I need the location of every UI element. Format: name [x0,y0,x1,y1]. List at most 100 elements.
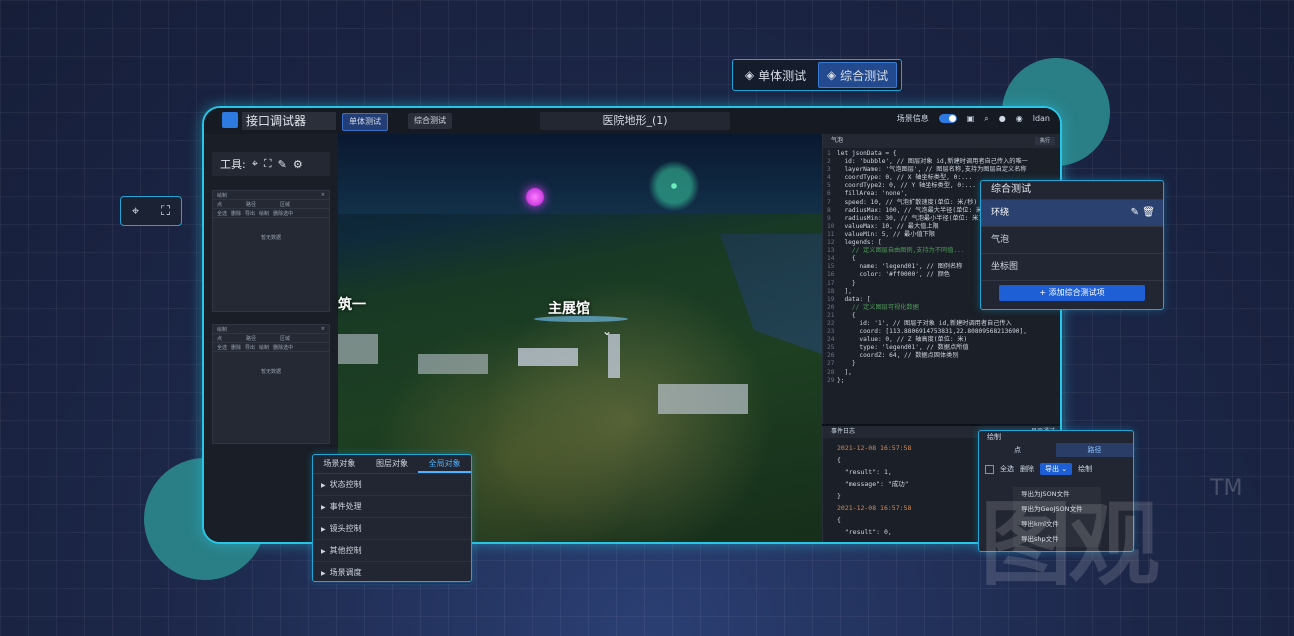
control-row[interactable]: ▶ 事件处理 [313,496,471,518]
add-test-item-button[interactable]: + 添加综合测试项 [999,285,1145,301]
subpanel-title: 绘制 [217,192,228,199]
delete-button[interactable]: 删除 [231,210,241,217]
building [418,354,488,374]
line-number: 12 [827,239,835,247]
line-number: 6 [827,190,831,198]
tab-area[interactable]: 区域 [280,335,290,342]
code-text: // 定义图层自由图例,支持为不同值... [837,247,965,255]
code-text: value: 0, // Z 轴高度(单位: 米) [837,336,968,344]
export-button[interactable]: 导出 [245,210,255,217]
code-line: 21 { [827,311,1060,320]
select-all[interactable]: 全选 [217,344,227,351]
select-all[interactable]: 全选 [217,210,227,217]
code-text: }; [837,376,845,384]
save-icon[interactable]: ▣ [967,114,975,123]
top-tab-single[interactable]: ◈ 单体测试 [737,63,814,87]
scene-info-label: 场景信息 [896,114,929,123]
building [658,384,748,414]
control-row[interactable]: ▶ 镜头控制 [313,518,471,540]
line-number: 11 [827,230,835,238]
test-item[interactable]: 坐标图 [981,254,1163,281]
line-number: 3 [827,166,831,174]
single-test-button[interactable]: 单体测试 [342,113,388,131]
code-line: 28 ], [827,368,1060,377]
line-number: 29 [827,376,835,384]
control-row[interactable]: ▶ 状态控制 [313,474,471,496]
code-line: 22 id: '1', // 图层子对象 id,新建时调用者自己传入 [827,320,1060,328]
user-icon[interactable]: ◉ [1016,114,1023,123]
locate-icon[interactable]: ⌖ [132,204,139,219]
code-text: valueMin: 5, // 最小值下限 [837,230,935,238]
line-number: 20 [827,303,835,311]
locate-icon[interactable]: ⌖ [252,157,258,171]
edit-icon[interactable]: ✎ [1131,200,1139,226]
app-logo [222,112,238,128]
delete-selected-button[interactable]: 删除选中 [273,344,293,351]
building-label-main[interactable]: 主展馆 [548,298,590,318]
run-button[interactable]: 执行 [1035,137,1055,145]
line-number: 21 [827,311,835,319]
code-text: legends: [ [837,239,882,247]
line-number: 9 [827,214,831,222]
empty-text: 暂无数据 [260,369,281,375]
building-label-left[interactable]: 筑一 [338,294,366,314]
control-row[interactable]: ▶ 场景调度 [313,562,471,584]
line-number: 5 [827,182,831,190]
tab-global-objects[interactable]: 全局对象 [418,455,472,473]
draw-tabs: 点 路径 [979,443,1133,457]
code-line: 2 id: 'bubble', // 图层对象 id,新建时调用者自己传入的唯一 [827,158,1060,166]
line-number: 28 [827,368,835,376]
document-title[interactable]: 医院地形_(1) [540,112,730,130]
draw-button[interactable]: 绘制 [259,210,269,217]
code-line: 26 coordZ: 64, // 数据点固体类别 [827,352,1060,360]
pen-icon[interactable]: ✎ [278,158,287,171]
close-icon[interactable]: × [321,192,325,198]
fit-view-icon[interactable]: ⛶ [161,204,170,219]
code-text: radiusMin: 30, // 气泡最小半径(单位: 米) [837,214,983,222]
log-title: 事件日志 [831,428,856,435]
test-item[interactable]: 环绕 ✎ 🗑 [981,200,1163,227]
code-line: 23 coord: [113.8806914753831,22.80809568… [827,328,1060,336]
code-line: 27 } [827,360,1060,368]
control-tabs: 场景对象 图层对象 全局对象 [313,455,472,474]
combo-test-button[interactable]: 综合测试 [408,113,452,129]
night-sky [338,134,822,214]
scene-info-toggle[interactable] [938,114,957,123]
fit-view-icon[interactable]: ⛶ [264,157,272,171]
brand-watermark: 图观 [980,491,1160,598]
export-button[interactable]: 导出 [245,344,255,351]
caret-right-icon: ▶ [321,482,326,489]
water-area [720,234,822,354]
help-icon[interactable]: ● [999,114,1006,123]
line-number: 19 [827,295,835,303]
settings-icon[interactable]: ⚙ [293,158,303,171]
control-row[interactable]: ▶ 其他控制 [313,540,471,562]
top-tab-combo[interactable]: ◈ 综合测试 [818,62,897,88]
delete-icon[interactable]: 🗑 [1142,200,1155,226]
tab-path[interactable]: 路径 [246,335,256,342]
tab-point[interactable]: 点 [217,201,222,208]
delete-button[interactable]: 删除 [231,344,241,351]
user-name[interactable]: ldan [1033,114,1050,123]
close-icon[interactable]: × [321,326,325,332]
combo-test-panel: 综合测试 环绕 ✎ 🗑 气泡 坐标图 + 添加综合测试项 [980,180,1164,310]
draw-button[interactable]: 绘制 [259,344,269,351]
code-text: { [837,255,856,263]
tab-point[interactable]: 点 [979,443,1056,457]
object-control-panel: 场景对象 图层对象 全局对象 ▶ 状态控制 ▶ 事件处理 ▶ 镜头控制 ▶ 其他控制 ▶… [312,454,472,584]
tab-path[interactable]: 路径 [246,201,256,208]
cube-icon: ◈ [744,68,755,82]
tab-area[interactable]: 区域 [280,201,290,208]
draw-subpanel-2: 绘制 × 点 路径 区域 全选 删除 导出 绘制 删除选中 暂无数据 [212,324,330,444]
tab-layer-objects[interactable]: 图层对象 [366,455,419,473]
tab-scene-objects[interactable]: 场景对象 [313,455,366,473]
test-item[interactable]: 气泡 [981,227,1163,254]
tab-point[interactable]: 点 [217,335,222,342]
line-number: 4 [827,174,831,182]
line-number: 2 [827,158,831,166]
code-text: coordType2: 0, // Y 轴坐标类型, 0:... [837,182,976,190]
line-number: 26 [827,352,835,360]
search-icon[interactable]: ⌕ [984,114,988,124]
tab-path[interactable]: 路径 [1056,443,1133,457]
delete-selected-button[interactable]: 删除选中 [273,210,293,217]
